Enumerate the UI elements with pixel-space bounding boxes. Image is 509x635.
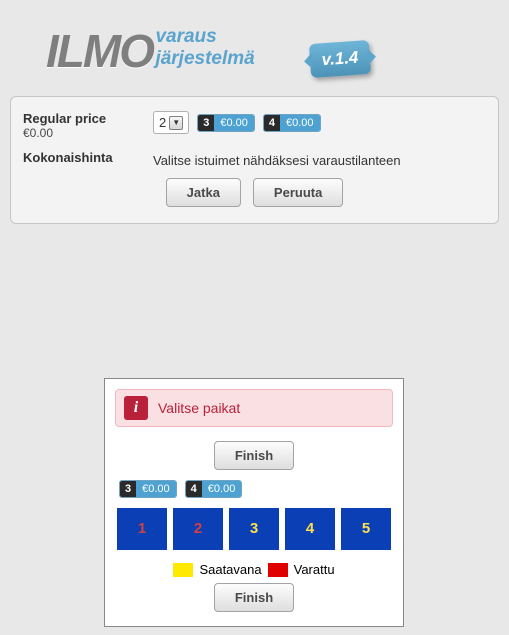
version-badge: v.1.4 [309,40,371,78]
chip-number: 4 [264,115,280,131]
chip-number: 3 [198,115,214,131]
cancel-button[interactable]: Peruuta [253,178,343,207]
chevron-down-icon[interactable]: ▼ [169,116,183,130]
regular-price-label: Regular price €0.00 [23,111,153,140]
price-chip[interactable]: 3€0.00 [119,480,177,498]
seat-reserved: 2 [173,508,223,550]
continue-button[interactable]: Jatka [166,178,241,207]
finish-button-bottom[interactable]: Finish [214,583,294,612]
seat-available[interactable]: 4 [285,508,335,550]
seat-popup: i Valitse paikat Finish 3€0.004€0.00 123… [104,378,404,627]
seat-reserved: 1 [117,508,167,550]
legend-swatch-available [173,563,193,577]
chip-price: €0.00 [280,115,320,131]
price-chip[interactable]: 4€0.00 [185,480,243,498]
legend-available-label: Saatavana [199,562,261,577]
legend-swatch-reserved [268,563,288,577]
chip-number: 3 [120,481,136,497]
app-logo: ILMO varaus järjestelmä v.1.4 [10,10,499,92]
chip-price: €0.00 [202,481,242,497]
price-chip[interactable]: 4€0.00 [263,114,321,132]
quantity-stepper[interactable]: 2 ▼ [153,111,189,134]
legend-reserved-label: Varattu [294,562,335,577]
total-label: Kokonaishinta [23,150,153,165]
chip-price: €0.00 [214,115,254,131]
seat-row: 12345 [111,504,397,554]
pricing-panel: Regular price €0.00 2 ▼ 3€0.004€0.00 Kok… [10,96,499,224]
seat-available[interactable]: 5 [341,508,391,550]
alert-banner: i Valitse paikat [115,389,393,427]
logo-main: ILMO [46,24,153,78]
seat-available[interactable]: 3 [229,508,279,550]
logo-subtitle: varaus järjestelmä [155,26,254,70]
chip-number: 4 [186,481,202,497]
legend: Saatavana Varattu [111,562,397,577]
chip-price: €0.00 [136,481,176,497]
price-chip[interactable]: 3€0.00 [197,114,255,132]
info-icon: i [124,396,148,420]
alert-text: Valitse paikat [158,400,240,416]
finish-button-top[interactable]: Finish [214,441,294,470]
total-message: Valitse istuimet nähdäksesi varaustilant… [153,150,486,168]
